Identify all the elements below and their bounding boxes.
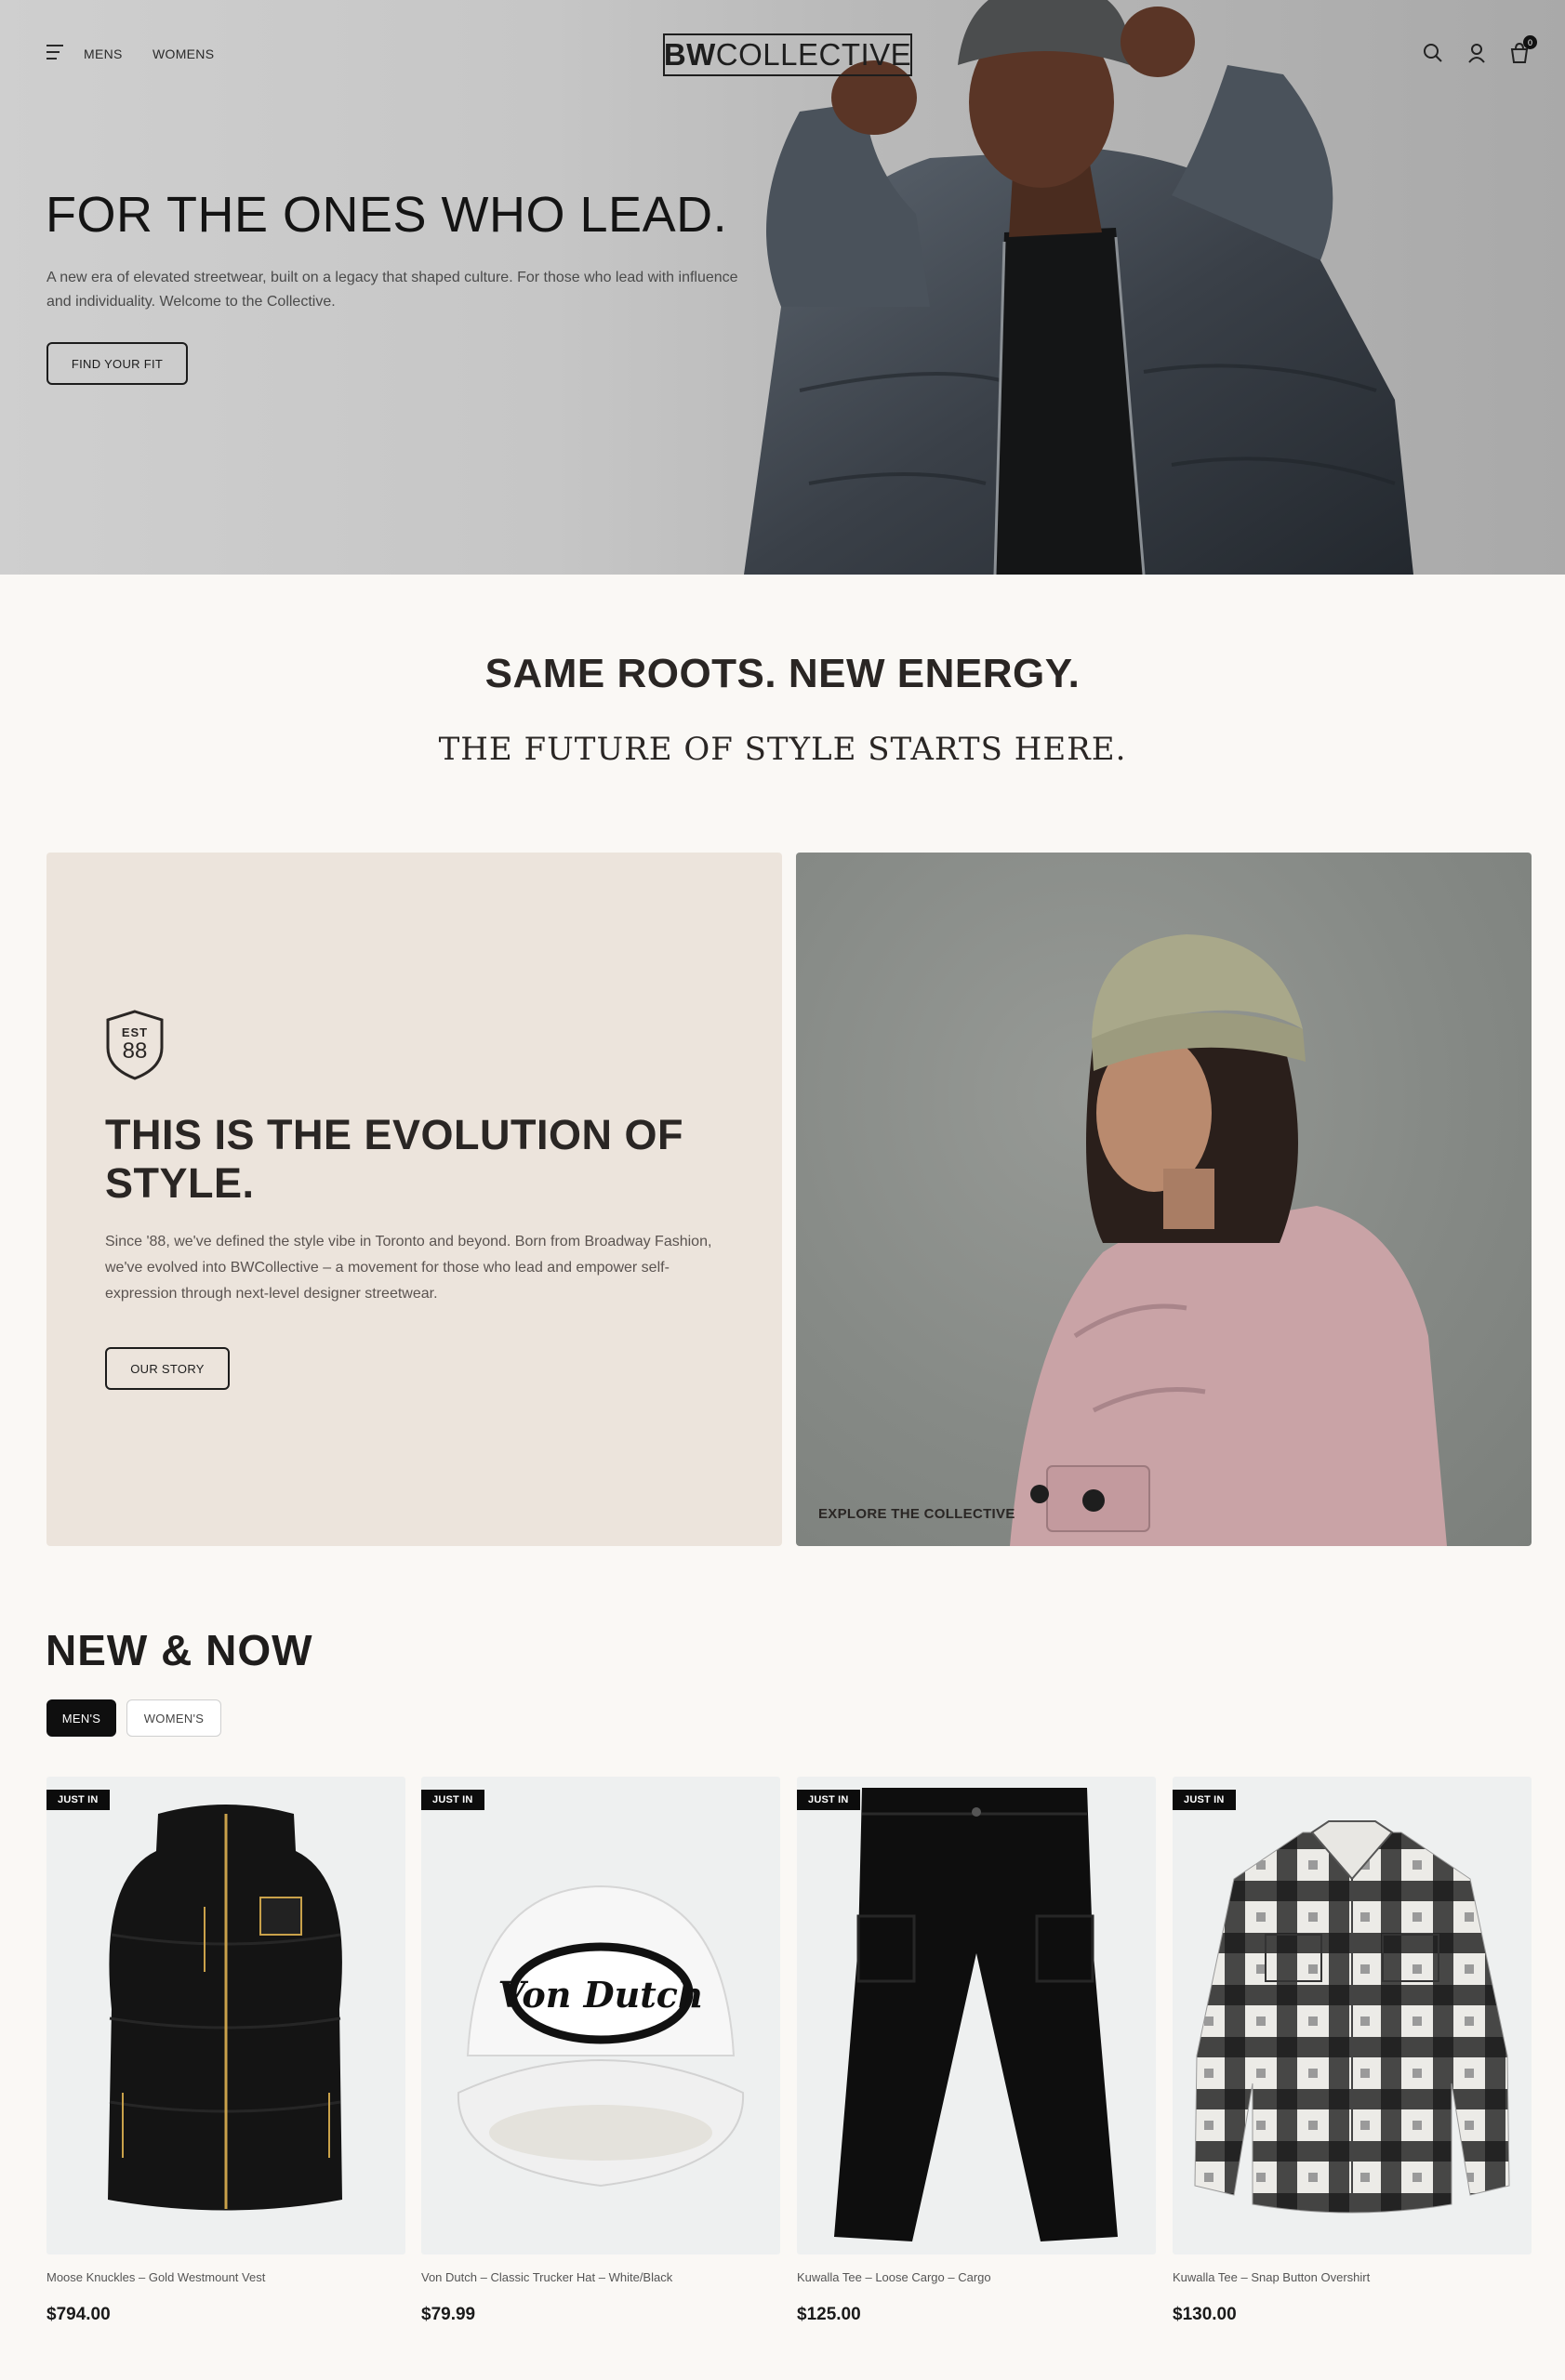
product-card[interactable]: JUST IN Kuwalla Tee – Snap Button Oversh… xyxy=(1173,1777,1532,2324)
product-price: $130.00 xyxy=(1173,2305,1237,2324)
just-in-badge: JUST IN xyxy=(1173,1790,1236,1810)
hero-banner: MENS WOMENS BW COLLECTIVE 0 FOR THE ONES … xyxy=(0,0,1565,575)
tab-womens[interactable]: WOMEN'S xyxy=(126,1699,221,1737)
hero-description: A new era of elevated streetwear, built … xyxy=(46,270,738,310)
product-name[interactable]: Moose Knuckles – Gold Westmount Vest xyxy=(46,2270,265,2284)
plaid-overshirt-image xyxy=(1194,1820,1510,2214)
site-logo[interactable]: BW COLLECTIVE xyxy=(663,33,912,76)
just-in-badge: JUST IN xyxy=(421,1790,484,1810)
just-in-badge: JUST IN xyxy=(46,1790,110,1810)
new-and-now-title: NEW & NOW xyxy=(46,1626,313,1674)
search-icon[interactable] xyxy=(1421,41,1445,65)
explore-model-image xyxy=(1010,934,1447,1546)
evolution-title: THIS IS THE EVOLUTION OF STYLE. xyxy=(105,1111,684,1207)
product-image[interactable]: JUST IN xyxy=(797,1777,1156,2254)
product-name[interactable]: Kuwalla Tee – Snap Button Overshirt xyxy=(1173,2270,1370,2284)
product-price: $125.00 xyxy=(797,2305,861,2324)
user-icon[interactable] xyxy=(1465,41,1489,65)
just-in-badge: JUST IN xyxy=(797,1790,860,1810)
menu-icon[interactable] xyxy=(46,45,67,61)
hat-logo-text: Von Dutch xyxy=(497,1974,703,2016)
nav-link-womens[interactable]: WOMENS xyxy=(153,46,214,61)
evolution-card: EST 88 THIS IS THE EVOLUTION OF STYLE. S… xyxy=(46,853,782,1546)
find-your-fit-button[interactable]: FIND YOUR FIT xyxy=(46,342,188,385)
our-story-button[interactable]: OUR STORY xyxy=(105,1347,230,1390)
trucker-hat-image: Von Dutch xyxy=(457,1884,745,2188)
product-card[interactable]: JUST IN Kuwalla Tee – Loose Cargo – Carg… xyxy=(797,1777,1156,2324)
hero-title: FOR THE ONES WHO LEAD. xyxy=(46,187,728,243)
shield-year-text: 88 xyxy=(123,1038,148,1064)
vest-image xyxy=(108,1805,342,2211)
evolution-description: Since '88, we've defined the style vibe … xyxy=(105,1234,712,1302)
product-card[interactable]: Von Dutch JUST IN Von Dutch – Classic Tr… xyxy=(421,1777,780,2324)
cargo-pants-image xyxy=(834,1788,1118,2241)
cart-icon[interactable]: 0 xyxy=(1507,35,1537,65)
product-card[interactable]: JUST IN Moose Knuckles – Gold Westmount … xyxy=(46,1777,405,2324)
est-88-shield-icon: EST 88 xyxy=(106,1010,164,1080)
product-name[interactable]: Kuwalla Tee – Loose Cargo – Cargo xyxy=(797,2270,991,2284)
product-image[interactable]: JUST IN xyxy=(46,1777,405,2254)
tagline-subheading: THE FUTURE OF STYLE STARTS HERE. xyxy=(438,731,1127,768)
product-image[interactable]: JUST IN xyxy=(1173,1777,1532,2254)
logo-bold-text: BW xyxy=(663,37,716,72)
logo-text: COLLECTIVE xyxy=(715,37,912,72)
site-header: MENS WOMENS BW COLLECTIVE 0 xyxy=(0,0,1565,108)
product-name[interactable]: Von Dutch – Classic Trucker Hat – White/… xyxy=(421,2270,672,2284)
explore-collective-label[interactable]: EXPLORE THE COLLECTIVE xyxy=(818,1506,1015,1522)
product-price: $794.00 xyxy=(46,2305,111,2324)
tab-mens[interactable]: MEN'S xyxy=(46,1699,116,1737)
product-image[interactable]: Von Dutch JUST IN xyxy=(421,1777,780,2254)
product-price: $79.99 xyxy=(421,2305,476,2324)
cart-count-badge: 0 xyxy=(1523,35,1537,49)
shield-est-text: EST xyxy=(122,1025,148,1039)
explore-collective-card[interactable]: EXPLORE THE COLLECTIVE xyxy=(796,853,1532,1546)
nav-link-mens[interactable]: MENS xyxy=(84,46,123,61)
tagline-heading: SAME ROOTS. NEW ENERGY. xyxy=(484,651,1081,696)
